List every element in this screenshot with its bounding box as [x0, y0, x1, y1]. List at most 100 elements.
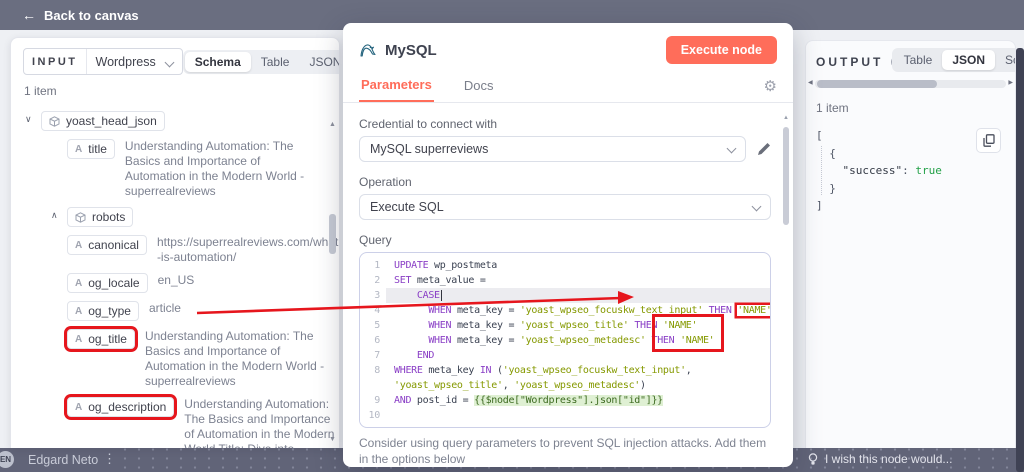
line-number: 10: [360, 408, 386, 423]
tree-key-pill-og_locale[interactable]: Aog_locale: [67, 273, 148, 293]
back-to-canvas-button[interactable]: ← Back to canvas: [22, 7, 139, 23]
input-scrollbar[interactable]: ▲ ▼: [328, 121, 337, 443]
code-token: THEN: [702, 305, 738, 316]
tree-row-og_locale: Aog_locale en_US: [25, 273, 339, 293]
code-token: =: [479, 275, 486, 286]
tree-key-label: og_title: [88, 332, 127, 346]
output-items-count: 1 item: [816, 101, 849, 115]
mysql-icon: [360, 43, 376, 57]
code-token: 'yoast_wpseo_focuskw_text_input': [502, 365, 686, 376]
string-type-icon: A: [75, 333, 83, 345]
line-content: SET meta_value =: [386, 273, 770, 288]
code-token: 'yoast_wpseo_metadesc': [514, 335, 646, 346]
tree-row-canonical: Acanonical https://superrealreviews.com/w…: [25, 235, 339, 265]
line-number: [360, 378, 386, 393]
scroll-right-icon[interactable]: ▶: [1008, 79, 1013, 88]
json-line: "success": true: [816, 162, 1015, 180]
mysql-node-modal: MySQL Execute node Parameters Docs ⚙ Cre…: [343, 23, 793, 467]
operation-select[interactable]: Execute SQL: [359, 194, 771, 220]
chevron-up-icon[interactable]: ∧: [51, 207, 67, 221]
json-token: [: [816, 129, 823, 142]
tree-key-pill-og_description[interactable]: Aog_description: [67, 397, 175, 417]
chevron-down-icon: [164, 57, 175, 67]
output-panel: OUTPUT i Table JSON Schema ◀ ▶ 1 item [ …: [805, 40, 1016, 448]
credential-label: Credential to connect with: [359, 117, 498, 131]
input-panel-label: INPUT: [24, 49, 87, 74]
json-indent-guide: [821, 146, 822, 195]
json-token: }: [816, 181, 836, 195]
code-token: meta_key: [451, 320, 509, 331]
tab-parameters[interactable]: Parameters: [359, 70, 434, 102]
json-line: ]: [816, 197, 1015, 215]
line-content: WHERE meta_key IN ('yoast_wpseo_focuskw_…: [386, 363, 770, 378]
code-token: END: [416, 350, 435, 361]
line-content: [386, 408, 770, 423]
tab-schema[interactable]: Schema: [995, 50, 1015, 70]
tab-table[interactable]: Table: [251, 52, 300, 72]
tab-schema[interactable]: Schema: [184, 51, 251, 72]
code-token: meta_value: [411, 275, 480, 286]
wish-node-button[interactable]: I wish this node would...: [808, 452, 952, 466]
user-menu-icon[interactable]: ⋮: [103, 451, 116, 467]
line-content: END: [386, 348, 770, 363]
input-source-select[interactable]: INPUT Wordpress: [23, 48, 183, 75]
tree-key-pill-og_type[interactable]: Aog_type: [67, 301, 139, 321]
query-editor[interactable]: 1 UPDATE wp_postmeta 2 SET meta_value = 3 CA…: [359, 252, 771, 428]
tree-key-pill-og_title[interactable]: Aog_title: [67, 329, 135, 349]
tab-docs[interactable]: Docs: [462, 71, 496, 101]
line-content: WHEN meta_key = 'yoast_wpseo_metadesc' T…: [386, 333, 770, 348]
code-token: 'yoast_wpseo_title': [394, 380, 503, 391]
scroll-left-icon[interactable]: ◀: [808, 79, 813, 88]
code-token: WHEN: [428, 320, 452, 331]
chevron-down-icon: [751, 201, 762, 212]
scroll-thumb[interactable]: [816, 79, 938, 88]
code-token: =: [462, 395, 475, 406]
scroll-up-icon[interactable]: ▲: [328, 121, 337, 128]
code-token: IN: [479, 365, 492, 376]
tree-key-label: canonical: [88, 238, 139, 252]
line-number: 2: [360, 273, 386, 288]
code-token: (: [491, 365, 503, 376]
tab-json[interactable]: JSON: [942, 50, 995, 70]
code-line-9: 9 AND post_id = {{$node["Wordpress"].json…: [360, 393, 770, 408]
line-number: 5: [360, 318, 386, 333]
window-scrollbar[interactable]: [1016, 48, 1024, 472]
code-token: WHEN: [428, 335, 452, 346]
credential-select[interactable]: MySQL superreviews: [359, 136, 746, 162]
string-type-icon: A: [75, 143, 83, 155]
tree-value: Understanding Automation: The Basics and…: [144, 329, 325, 388]
tree-row-robots: ∧ robots: [25, 207, 339, 227]
code-token: meta_key: [422, 365, 480, 376]
code-token: WHERE: [394, 365, 423, 376]
tree-key-pill-yoast_head_json[interactable]: yoast_head_json: [41, 111, 165, 131]
code-token: 'yoast_wpseo_title': [514, 320, 629, 331]
tree-key-pill-robots[interactable]: robots: [67, 207, 134, 227]
code-token: 'yoast_wpseo_focuskw_text_input': [514, 305, 703, 316]
line-number: 3: [360, 288, 386, 303]
scroll-up-icon[interactable]: ▲: [782, 115, 790, 121]
copy-output-button[interactable]: [976, 128, 1001, 153]
json-token: :: [902, 164, 916, 177]
scroll-thumb[interactable]: [783, 127, 789, 225]
scroll-down-icon[interactable]: ▼: [328, 436, 337, 443]
tree-key-pill-canonical[interactable]: Acanonical: [67, 235, 147, 255]
code-line-6: 6 WHEN meta_key = 'yoast_wpseo_metadesc'…: [360, 333, 770, 348]
line-number: 1: [360, 258, 386, 273]
tab-table[interactable]: Table: [894, 50, 943, 70]
output-hscrollbar[interactable]: ◀ ▶: [808, 79, 1013, 88]
json-token: ]: [816, 199, 823, 212]
execute-node-button[interactable]: Execute node: [665, 36, 777, 64]
gear-icon[interactable]: ⚙: [764, 77, 777, 95]
chevron-down-icon[interactable]: ∨: [25, 111, 41, 125]
line-content: UPDATE wp_postmeta: [386, 258, 770, 273]
scroll-thumb[interactable]: [329, 214, 336, 254]
tree-key-pill-title[interactable]: Atitle: [67, 139, 115, 159]
tab-json[interactable]: JSON: [299, 52, 339, 72]
modal-scrollbar[interactable]: ▲ ▼: [782, 115, 790, 472]
code-token: meta_key: [451, 305, 509, 316]
line-content: CASE: [386, 288, 770, 303]
code-token: THEN: [628, 320, 663, 331]
edit-credential-icon[interactable]: [757, 142, 771, 156]
